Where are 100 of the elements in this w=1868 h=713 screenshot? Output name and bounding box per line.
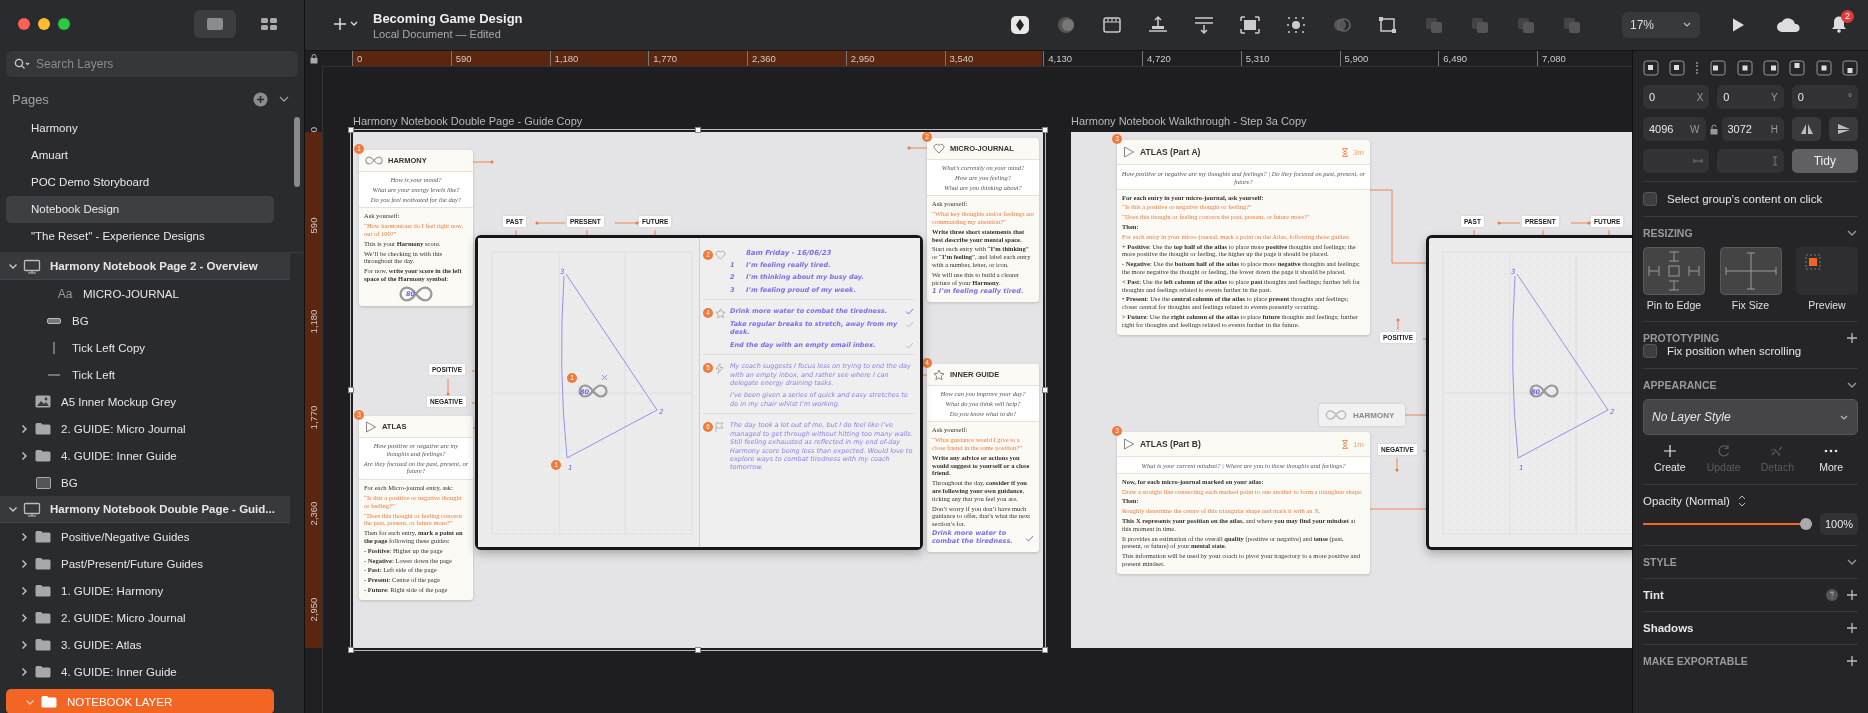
page-item[interactable]: POC Demo Storyboard — [6, 169, 274, 196]
cloud-icon[interactable] — [1776, 17, 1800, 33]
section-heading: MAKE EXPORTABLE — [1643, 655, 1748, 667]
align-top-icon[interactable] — [1789, 60, 1806, 76]
maximize-button[interactable] — [58, 18, 70, 30]
chevron-down-icon[interactable] — [1846, 229, 1858, 237]
disclosure-chevron-icon[interactable] — [19, 639, 29, 650]
layer-row[interactable]: A5 Inner Mockup Grey — [0, 388, 304, 415]
style-action-button[interactable]: More — [1806, 443, 1857, 474]
flip-horizontal-icon — [1799, 123, 1814, 135]
checkbox[interactable] — [1643, 192, 1657, 206]
add-page-icon[interactable] — [253, 91, 268, 107]
tidy-button[interactable]: Tidy — [1791, 149, 1858, 173]
disclosure-chevron-icon[interactable] — [19, 558, 29, 569]
plus-icon[interactable] — [1846, 655, 1858, 667]
number-field[interactable]: 0 ° — [1791, 85, 1858, 109]
disclosure-chevron-icon[interactable] — [8, 261, 18, 271]
mask-circle-icon[interactable] — [1055, 15, 1077, 35]
disclosure-chevron-icon[interactable] — [19, 666, 29, 677]
disclosure-chevron-icon[interactable] — [8, 504, 18, 514]
close-button[interactable] — [18, 18, 30, 30]
plus-icon[interactable] — [1846, 332, 1858, 344]
layer-row[interactable]: Harmony Notebook Page 2 - Overview — [0, 253, 290, 280]
preview-icon[interactable] — [1796, 247, 1858, 295]
frame-icon[interactable] — [1101, 15, 1123, 35]
number-field[interactable]: 3072 H — [1721, 117, 1784, 141]
flip-horizontal-button[interactable] — [1792, 117, 1821, 141]
option-label: Fix Size — [1731, 299, 1770, 311]
spacing-field[interactable] — [1643, 149, 1710, 173]
page-item[interactable]: Harmony — [6, 115, 274, 142]
text-layer-glyph: Aa — [57, 286, 73, 301]
align-right-icon[interactable] — [1762, 60, 1779, 76]
scrollbar-thumb[interactable] — [294, 117, 300, 187]
disclosure-chevron-icon[interactable] — [19, 531, 29, 542]
chevron-down-icon[interactable] — [278, 95, 290, 103]
opacity-field[interactable]: 100% — [1820, 513, 1858, 535]
layer-row[interactable]: 3. GUIDE: Atlas — [0, 631, 304, 658]
search-field[interactable]: Search Layers — [6, 51, 298, 77]
layer-row[interactable]: Tick Left — [0, 361, 304, 388]
overlap-icon[interactable] — [1331, 15, 1353, 35]
layer-row[interactable]: 4. GUIDE: Inner Guide — [0, 442, 304, 469]
hourglass-icon — [1341, 147, 1348, 157]
opacity-slider[interactable] — [1643, 518, 1812, 530]
plus-icon[interactable] — [1846, 622, 1858, 634]
folder-icon — [35, 584, 51, 597]
page-item[interactable]: Notebook Design — [6, 196, 274, 223]
ruler-label: 1,180 — [307, 308, 319, 336]
flip-vertical-button[interactable] — [1829, 117, 1858, 141]
artboard-title[interactable]: Harmony Notebook Walkthrough - Step 3a Copy — [1071, 115, 1632, 132]
align-icon[interactable] — [1147, 15, 1169, 35]
align-bottom-icon[interactable] — [1842, 60, 1858, 76]
bell-icon[interactable] — [1830, 14, 1848, 33]
layer-row[interactable]: Aa MICRO-JOURNAL — [0, 280, 304, 307]
layer-row[interactable]: Tick Left Copy — [0, 334, 304, 361]
number-field[interactable]: 0 X — [1643, 85, 1710, 109]
layer-row[interactable]: 2. GUIDE: Micro Journal — [0, 415, 304, 442]
folder-icon — [35, 530, 51, 543]
align-center-icon[interactable] — [1736, 60, 1753, 76]
style-action-button[interactable]: Create — [1644, 443, 1695, 474]
slider-thumb[interactable] — [1800, 518, 1812, 530]
align-middle-icon[interactable] — [1815, 60, 1832, 76]
number-field[interactable]: 4096 W — [1643, 117, 1706, 141]
layer-style-dropdown[interactable]: No Layer Style — [1643, 399, 1858, 435]
artboard-title[interactable]: Harmony Notebook Double Page - Guide Copy — [353, 115, 1043, 132]
number-field[interactable]: 0 Y — [1717, 85, 1784, 109]
minimize-button[interactable] — [38, 18, 50, 30]
artboard-icon — [23, 501, 41, 517]
zoom-dropdown[interactable]: 17% — [1622, 12, 1700, 38]
disclosure-chevron-icon[interactable] — [19, 612, 29, 623]
lock-icon[interactable] — [1709, 123, 1718, 135]
disclosure-chevron-icon[interactable] — [19, 585, 29, 596]
transform-icon[interactable] — [1377, 15, 1399, 35]
lock-icon[interactable] — [309, 54, 318, 64]
play-icon[interactable] — [1730, 17, 1746, 33]
layer-row[interactable]: 2. GUIDE: Micro Journal — [0, 604, 304, 631]
chevron-down-icon[interactable] — [1846, 381, 1858, 389]
align-left-icon[interactable] — [1710, 60, 1727, 76]
layer-row[interactable]: BG — [0, 307, 304, 334]
canvas-view-button[interactable] — [194, 10, 236, 38]
layer-row[interactable]: 4. GUIDE: Inner Guide — [0, 658, 304, 685]
scatter-icon[interactable] — [1285, 15, 1307, 35]
disclosure-chevron-icon[interactable] — [19, 450, 29, 461]
flag-icon — [715, 422, 725, 433]
plus-icon[interactable] — [1846, 589, 1858, 601]
spacing-field[interactable] — [1717, 149, 1784, 173]
page-item[interactable]: Amuart — [6, 142, 274, 169]
stepper-icon[interactable] — [1737, 495, 1746, 507]
layer-row[interactable]: Past/Present/Future Guides — [0, 550, 304, 577]
chevron-down-icon[interactable] — [1846, 558, 1858, 566]
layer-row[interactable]: Positive/Negative Guides — [0, 523, 304, 550]
checkbox[interactable] — [1643, 344, 1657, 358]
page-item[interactable]: "The Reset" - Experience Designs — [6, 223, 274, 250]
layer-row[interactable]: Harmony Notebook Double Page - Guid... — [0, 496, 290, 523]
document-title: Becoming Game Design — [373, 10, 523, 26]
distribute-icon[interactable] — [1193, 15, 1215, 35]
layer-row[interactable]: BG — [0, 469, 304, 496]
layer-row[interactable]: 1. GUIDE: Harmony — [0, 577, 304, 604]
help-icon[interactable] — [1826, 589, 1838, 601]
resize-icon[interactable] — [1239, 15, 1261, 35]
disclosure-chevron-icon[interactable] — [19, 423, 29, 434]
